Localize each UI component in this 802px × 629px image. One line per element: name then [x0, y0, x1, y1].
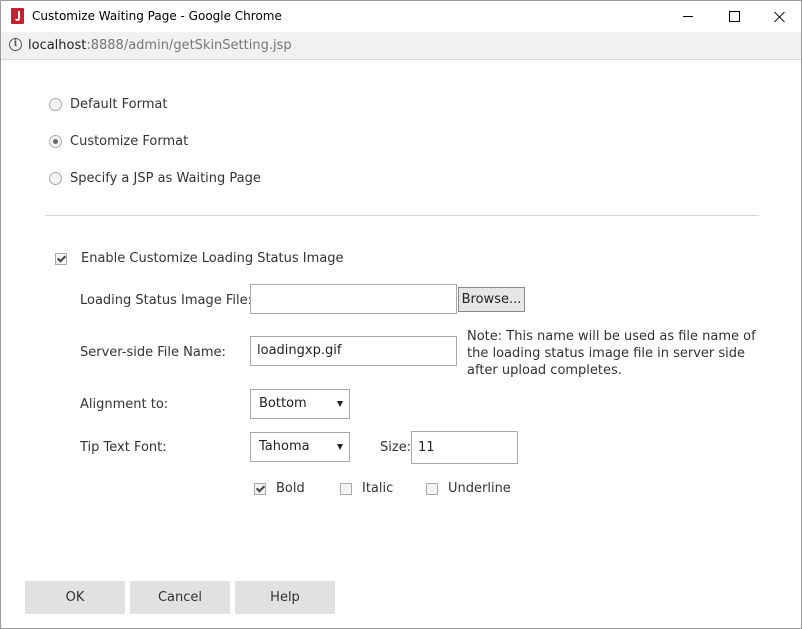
- server-file-name-label: Server-side File Name:: [80, 345, 226, 360]
- alignment-select[interactable]: Bottom: [250, 389, 350, 419]
- bold-checkbox-row[interactable]: Bold: [254, 481, 305, 496]
- url-host: localhost: [28, 38, 87, 53]
- maximize-icon: [728, 11, 740, 22]
- underline-checkbox[interactable]: [426, 482, 438, 495]
- enable-loading-image-checkbox-row[interactable]: Enable Customize Loading Status Image: [55, 251, 343, 266]
- window-title: Customize Waiting Page - Google Chrome: [32, 9, 282, 23]
- app-logo-icon: [11, 8, 24, 24]
- url-path: :8888/admin/getSkinSetting.jsp: [86, 38, 292, 53]
- image-file-label: Loading Status Image File:: [80, 293, 252, 308]
- radio-button[interactable]: [49, 98, 62, 111]
- image-file-input[interactable]: [250, 284, 457, 314]
- radio-button[interactable]: [49, 135, 62, 148]
- minimize-button[interactable]: [665, 1, 711, 32]
- underline-checkbox-row[interactable]: Underline: [426, 481, 511, 496]
- tip-font-select[interactable]: Tahoma: [250, 432, 350, 462]
- bold-label: Bold: [276, 481, 305, 496]
- radio-button[interactable]: [49, 172, 62, 185]
- info-icon[interactable]: i: [9, 38, 22, 51]
- alignment-label: Alignment to:: [80, 397, 169, 412]
- chevron-down-icon: [337, 444, 343, 450]
- tip-font-label: Tip Text Font:: [80, 440, 167, 455]
- browser-window: Customize Waiting Page - Google Chrome i…: [0, 0, 802, 629]
- radio-customize-format[interactable]: Customize Format: [49, 134, 188, 149]
- help-button[interactable]: Help: [235, 581, 335, 614]
- close-icon: [774, 11, 786, 23]
- italic-label: Italic: [362, 481, 394, 496]
- italic-checkbox-row[interactable]: Italic: [340, 481, 393, 496]
- minimize-icon: [683, 16, 693, 17]
- radio-default-format[interactable]: Default Format: [49, 97, 167, 112]
- server-file-name-note: Note: This name will be used as file nam…: [467, 329, 756, 378]
- enable-loading-image-checkbox[interactable]: [55, 252, 67, 265]
- server-file-name-input[interactable]: loadingxp.gif: [250, 336, 457, 366]
- radio-label: Default Format: [70, 97, 168, 112]
- title-bar: Customize Waiting Page - Google Chrome: [1, 1, 801, 32]
- tip-font-selected-value: Tahoma: [259, 439, 310, 454]
- cancel-button[interactable]: Cancel: [130, 581, 230, 614]
- enable-loading-image-label: Enable Customize Loading Status Image: [81, 251, 344, 266]
- size-label: Size:: [380, 440, 412, 455]
- underline-label: Underline: [448, 481, 511, 496]
- url-text[interactable]: localhost:8888/admin/getSkinSetting.jsp: [28, 38, 292, 53]
- address-bar[interactable]: i localhost:8888/admin/getSkinSetting.js…: [1, 32, 801, 60]
- close-button[interactable]: [757, 1, 802, 32]
- radio-label: Customize Format: [70, 134, 189, 149]
- italic-checkbox[interactable]: [340, 482, 352, 495]
- ok-button[interactable]: OK: [25, 581, 125, 614]
- size-input[interactable]: 11: [411, 431, 518, 464]
- radio-specify-jsp[interactable]: Specify a JSP as Waiting Page: [49, 171, 261, 186]
- browse-button[interactable]: Browse...: [458, 287, 525, 312]
- alignment-selected-value: Bottom: [259, 396, 307, 411]
- radio-label: Specify a JSP as Waiting Page: [70, 171, 261, 186]
- chevron-down-icon: [337, 401, 343, 407]
- section-divider: [45, 215, 759, 216]
- bold-checkbox[interactable]: [254, 482, 266, 495]
- maximize-button[interactable]: [711, 1, 757, 32]
